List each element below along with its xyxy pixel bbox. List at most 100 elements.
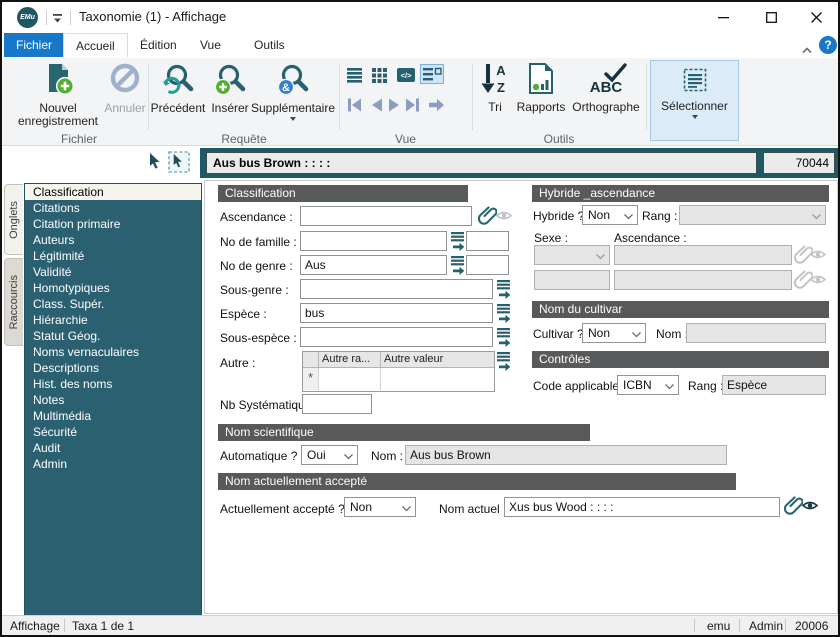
- sidebar-item-descriptions[interactable]: Descriptions: [25, 360, 201, 376]
- previous-button[interactable]: Précédent: [150, 62, 206, 115]
- actuellement-accepte-select[interactable]: Non: [344, 497, 416, 517]
- sidebar-item-notes[interactable]: Notes: [25, 392, 201, 408]
- sous-genre-input[interactable]: [300, 279, 493, 299]
- help-button[interactable]: ?: [819, 36, 837, 54]
- nav-last-button[interactable]: [401, 96, 423, 114]
- status-mode: Affichage: [10, 619, 60, 633]
- nav-first-button[interactable]: [343, 96, 365, 114]
- autre-value-cell[interactable]: [381, 368, 494, 390]
- sort-button[interactable]: AZ Tri: [476, 62, 514, 114]
- tab-fichier[interactable]: Fichier: [4, 33, 64, 57]
- sidebar-item-legitimite[interactable]: Légitimité: [25, 248, 201, 264]
- side-tab-onglets[interactable]: Onglets: [4, 184, 23, 255]
- sidebar-item-securite[interactable]: Sécurité: [25, 424, 201, 440]
- nb-systematique-input[interactable]: [302, 394, 372, 414]
- group-label-outils: Outils: [473, 132, 645, 146]
- additional-button[interactable]: & Supplémentaire: [250, 62, 336, 121]
- marquee-select-icon[interactable]: [168, 151, 190, 178]
- cancel-label: Annuler: [104, 102, 145, 115]
- status-separator: [64, 619, 65, 632]
- lookup-list-icon[interactable]: [450, 255, 465, 280]
- tab-edition[interactable]: Édition: [128, 33, 189, 57]
- select-dropdown-arrow: [692, 115, 698, 119]
- minimize-button[interactable]: [702, 2, 744, 32]
- sidebar-item-audit[interactable]: Audit: [25, 440, 201, 456]
- famille-code-input[interactable]: [466, 231, 509, 251]
- espece-input[interactable]: [300, 303, 493, 323]
- famille-input[interactable]: [300, 231, 447, 251]
- tab-outils[interactable]: Outils: [242, 33, 297, 57]
- nav-goto-button[interactable]: [425, 96, 447, 114]
- sort-icon: AZ: [480, 62, 510, 98]
- sidebar-item-statut-geog[interactable]: Statut Géog.: [25, 328, 201, 344]
- autre-col-rank-header: Autre ra...: [319, 352, 381, 367]
- side-tab-raccourcis[interactable]: Raccourcis: [4, 258, 23, 346]
- automatique-select[interactable]: Oui: [301, 445, 358, 465]
- cultivar-select[interactable]: Non: [582, 323, 646, 343]
- sidebar-item-auteurs[interactable]: Auteurs: [25, 232, 201, 248]
- sidebar-item-noms-vernaculaires[interactable]: Noms vernaculaires: [25, 344, 201, 360]
- lookup-list-icon[interactable]: [496, 351, 511, 376]
- sidebar-item-citation-primaire[interactable]: Citation primaire: [25, 216, 201, 232]
- new-record-button[interactable]: Nouvel enregistrement: [10, 62, 106, 128]
- sidebar-item-classification[interactable]: Classification: [25, 184, 201, 200]
- cancel-icon: [108, 62, 142, 99]
- status-separator: [785, 619, 786, 632]
- app-logo-icon[interactable]: EMu: [17, 7, 38, 28]
- svg-text:A: A: [496, 63, 506, 78]
- lookup-list-icon[interactable]: [496, 303, 511, 328]
- ribbon: Nouvel enregistrement Annuler Précédent …: [2, 58, 838, 146]
- spelling-button[interactable]: ABC Orthographe: [568, 62, 644, 114]
- additional-search-icon: &: [276, 62, 310, 99]
- sexe-select: [534, 245, 610, 265]
- sidebar-item-validite[interactable]: Validité: [25, 264, 201, 280]
- lookup-list-icon[interactable]: [496, 327, 511, 352]
- sidebar-item-hist-des-noms[interactable]: Hist. des noms: [25, 376, 201, 392]
- ascendance-input[interactable]: [300, 206, 472, 226]
- lookup-list-icon[interactable]: [450, 231, 465, 256]
- titlebar: EMu Taxonomie (1) - Affichage: [2, 2, 838, 32]
- sidebar-item-citations[interactable]: Citations: [25, 200, 201, 216]
- sous-espece-input[interactable]: [300, 327, 493, 347]
- attach-icon[interactable]: [783, 495, 803, 520]
- view-record-icon[interactable]: [496, 209, 512, 227]
- quick-access-dropdown-icon[interactable]: [52, 11, 64, 29]
- view-record-icon: [810, 248, 826, 266]
- view-grid-icon[interactable]: [369, 66, 391, 84]
- genre-code-input[interactable]: [466, 255, 509, 275]
- code-applicable-select[interactable]: ICBN: [617, 375, 679, 395]
- nb-systematique-label: Nb Systématique: [220, 398, 311, 412]
- sort-label: Tri: [488, 101, 502, 114]
- reports-label: Rapports: [517, 101, 566, 114]
- view-code-icon[interactable]: </>: [395, 66, 417, 84]
- hybride-rang-label: Rang :: [642, 209, 677, 223]
- nom-actuel-input[interactable]: [504, 497, 780, 517]
- autre-new-row-marker[interactable]: *: [303, 368, 319, 390]
- sidebar-item-homotypiques[interactable]: Homotypiques: [25, 280, 201, 296]
- tab-vue[interactable]: Vue: [188, 33, 233, 57]
- sidebar-item-class-super[interactable]: Class. Supér.: [25, 296, 201, 312]
- attach-icon[interactable]: [477, 205, 497, 230]
- sidebar-item-admin[interactable]: Admin: [25, 456, 201, 472]
- sidebar-item-hierarchie[interactable]: Hiérarchie: [25, 312, 201, 328]
- hybride-select[interactable]: Non: [582, 205, 638, 225]
- nom-actuel-label: Nom actuel :: [439, 502, 506, 516]
- view-list-icon[interactable]: [344, 66, 366, 84]
- collapse-ribbon-icon[interactable]: [801, 41, 813, 59]
- cancel-button[interactable]: Annuler: [102, 62, 148, 115]
- view-record-icon: [810, 273, 826, 291]
- reports-button[interactable]: Rapports: [514, 62, 568, 114]
- hybride-parent2-input: [614, 270, 792, 290]
- insert-button[interactable]: Insérer: [208, 62, 252, 115]
- maximize-button[interactable]: [750, 2, 792, 32]
- lookup-list-icon[interactable]: [496, 279, 511, 304]
- select-button[interactable]: Sélectionner: [650, 60, 739, 141]
- view-record-icon[interactable]: [802, 499, 818, 517]
- pointer-tool-icon[interactable]: [148, 153, 164, 175]
- close-button[interactable]: [795, 2, 837, 32]
- tab-accueil[interactable]: Accueil: [63, 33, 128, 57]
- genre-input[interactable]: [300, 255, 447, 275]
- sidebar-item-multimedia[interactable]: Multimédia: [25, 408, 201, 424]
- view-form-icon[interactable]: [420, 64, 444, 84]
- autre-rank-cell[interactable]: [319, 368, 381, 390]
